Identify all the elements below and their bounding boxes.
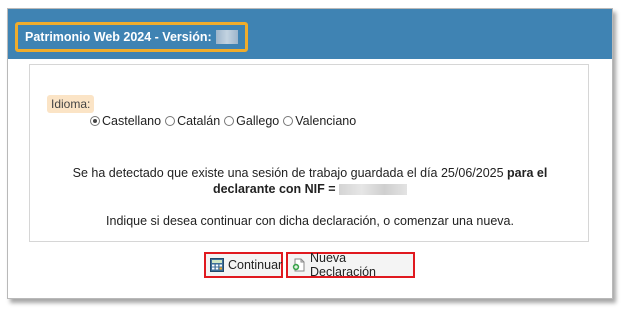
calculator-icon xyxy=(210,258,224,272)
new-declaration-button[interactable]: Nueva Declaración xyxy=(286,251,415,279)
radio-label: Catalán xyxy=(177,114,221,128)
radio-button[interactable] xyxy=(283,116,294,126)
continue-label: Continuar xyxy=(228,258,283,272)
title-bar: Patrimonio Web 2024 - Versión: xyxy=(8,9,612,59)
radio-button[interactable] xyxy=(224,116,235,126)
session-message-bold: para el xyxy=(507,166,548,180)
session-message: Se ha detectado que existe una sesión de… xyxy=(30,165,590,197)
new-document-icon xyxy=(292,258,305,272)
nif-redacted xyxy=(339,184,408,196)
continue-button[interactable]: Continuar xyxy=(204,252,283,278)
language-options: Castellano Catalán Gallego Valenciano xyxy=(90,114,360,128)
title-highlight: Patrimonio Web 2024 - Versión: xyxy=(15,22,248,52)
radio-valenciano[interactable]: Valenciano xyxy=(283,114,356,128)
nif-label: declarante con NIF = xyxy=(212,182,336,196)
radio-button-checked[interactable] xyxy=(90,116,100,126)
language-label: Idioma: xyxy=(47,95,95,113)
new-declaration-label: Nueva Declaración xyxy=(310,251,377,279)
content-panel: Idioma: Castellano Catalán Gallego Valen… xyxy=(29,64,589,242)
radio-gallego[interactable]: Gallego xyxy=(224,114,279,128)
radio-label: Castellano xyxy=(102,114,162,128)
app-title: Patrimonio Web 2024 - Versión: xyxy=(25,30,212,44)
radio-catalan[interactable]: Catalán xyxy=(165,114,220,128)
radio-label: Valenciano xyxy=(295,114,357,128)
version-redacted xyxy=(215,30,238,44)
radio-button[interactable] xyxy=(165,116,176,126)
radio-label: Gallego xyxy=(236,114,280,128)
instruction-text: Indique si desea continuar con dicha dec… xyxy=(106,214,514,228)
radio-castellano[interactable]: Castellano xyxy=(90,114,161,128)
session-message-text: Se ha detectado que existe una sesión de… xyxy=(72,166,504,180)
